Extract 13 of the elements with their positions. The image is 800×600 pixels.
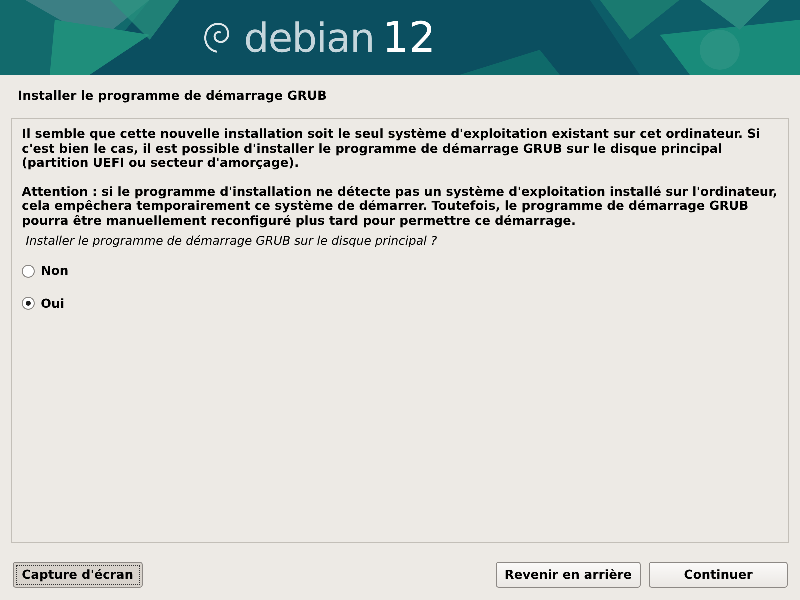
option-label[interactable]: Non [41, 262, 69, 281]
radio-button[interactable] [22, 297, 35, 310]
version-number: 12 [382, 16, 436, 58]
question-text: Installer le programme de démarrage GRUB sur le disque principal ? [26, 233, 438, 250]
radio-button[interactable] [22, 264, 35, 278]
brand-name: debian [244, 18, 374, 58]
continue-button[interactable]: Continuer [649, 562, 788, 588]
option-label[interactable]: Oui [41, 294, 65, 314]
info-paragraph: Attention : si le programme d'installation ne détecte pas un système d'exploitation installé sur l'ordinateur, cela empêchera temporairement ce système de démarrer. Toutefois, le programme de démarrage GRUB pourra être manuellement reconfiguré plus tard pour permettre ce démarrage. [22, 184, 778, 228]
screenshot-button[interactable]: Capture d'écran [13, 562, 143, 588]
info-paragraph: Il semble que cette nouvelle installation soit le seul système d'exploitation existant sur cet ordinateur. Si c'est bien le cas, il est possible d'installer le programme de démarrage GRUB sur le disque principal (partition UEFI ou secteur d'amorçage). [22, 127, 762, 170]
step-title: Installer le programme de démarrage GRUB [18, 88, 327, 103]
back-button[interactable]: Revenir en arrière [496, 562, 641, 588]
